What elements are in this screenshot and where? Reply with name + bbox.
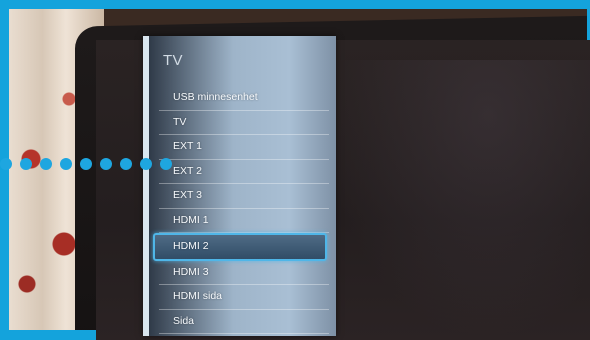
source-menu: TV USB minnesenhet TV EXT 1 EXT 2 EXT 3 … — [143, 36, 336, 336]
menu-item-ext2[interactable]: EXT 2 — [159, 160, 329, 184]
menu-item-hdmi3[interactable]: HDMI 3 — [159, 261, 329, 285]
pointer-dot — [120, 158, 132, 170]
pointer-dot — [40, 158, 52, 170]
menu-item-hdmi2[interactable]: HDMI 2 — [153, 233, 327, 261]
pointer-dot — [160, 158, 172, 170]
pointer-dot — [80, 158, 92, 170]
pointer-dot — [100, 158, 112, 170]
pointer-dot — [60, 158, 72, 170]
dotted-pointer — [0, 158, 180, 172]
menu-item-tv[interactable]: TV — [159, 111, 329, 135]
pointer-dot — [20, 158, 32, 170]
menu-item-ext3[interactable]: EXT 3 — [159, 184, 329, 209]
pointer-dot — [140, 158, 152, 170]
menu-item-side[interactable]: Sida — [159, 310, 329, 334]
menu-item-hdmi1[interactable]: HDMI 1 — [159, 209, 329, 233]
pointer-dot — [0, 158, 12, 170]
menu-item-usb[interactable]: USB minnesenhet — [159, 86, 329, 111]
source-list: USB minnesenhet TV EXT 1 EXT 2 EXT 3 HDM… — [153, 86, 329, 334]
menu-item-ext1[interactable]: EXT 1 — [159, 135, 329, 160]
menu-title: TV — [163, 52, 183, 69]
menu-item-hdmi-side[interactable]: HDMI sida — [159, 285, 329, 310]
